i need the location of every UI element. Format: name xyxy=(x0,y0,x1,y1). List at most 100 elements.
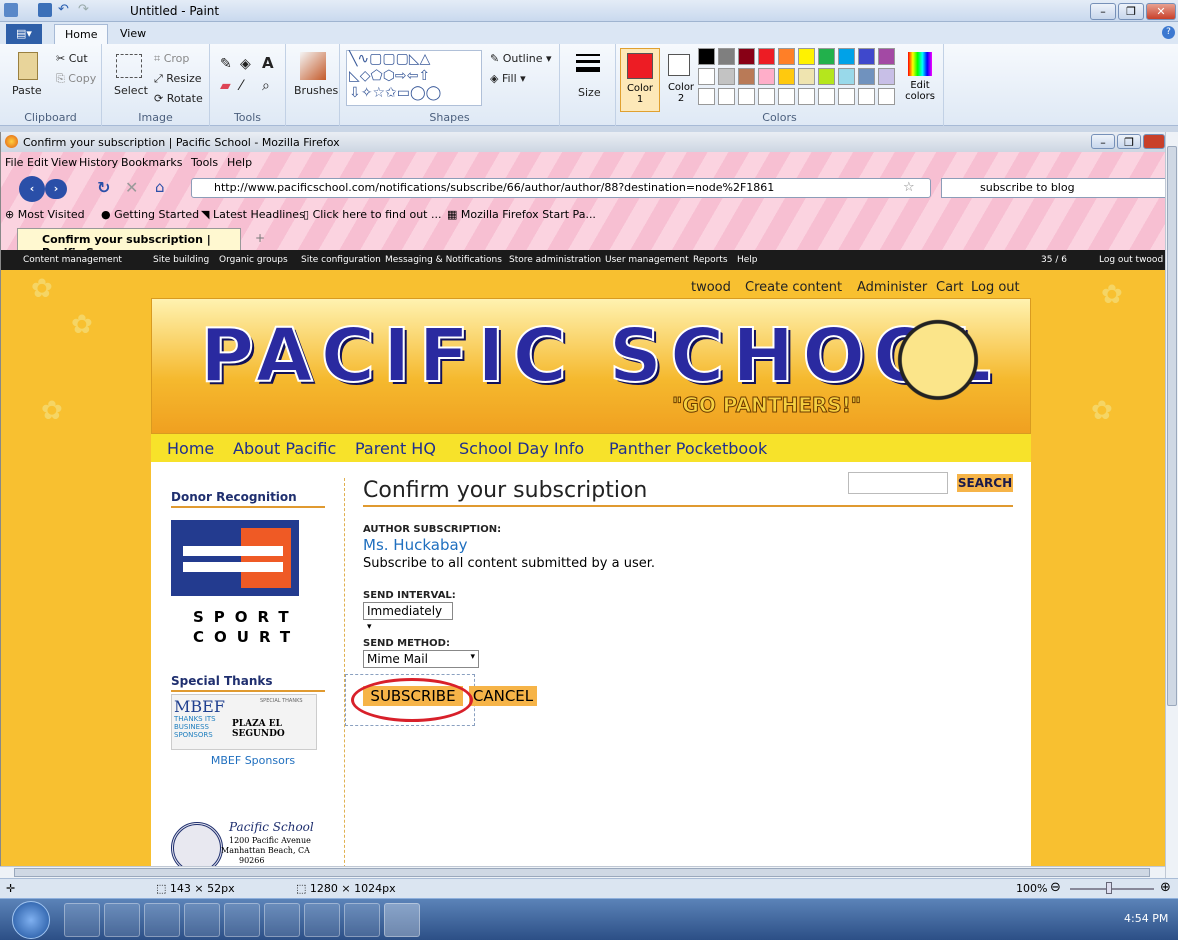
palette-swatch-empty[interactable] xyxy=(838,88,855,105)
nav-home[interactable]: Home xyxy=(167,439,214,458)
color1-button[interactable]: Color 1 xyxy=(620,48,660,112)
user-link-create-content[interactable]: Create content xyxy=(745,280,842,295)
admin-site-configuration[interactable]: Site configuration xyxy=(301,255,381,265)
bookmark-click-here[interactable]: ▯ Click here to find out ... xyxy=(303,208,441,221)
admin-reports[interactable]: Reports xyxy=(693,255,728,265)
admin-organic-groups[interactable]: Organic groups xyxy=(219,255,288,265)
palette-swatch[interactable] xyxy=(858,68,875,85)
home-icon[interactable]: ⌂ xyxy=(155,178,165,196)
undo-icon[interactable]: ↶ xyxy=(58,3,72,17)
rotate-button[interactable]: ⟳ Rotate xyxy=(154,92,203,105)
ff-close-button[interactable] xyxy=(1143,134,1165,149)
zoom-out-icon[interactable]: ⊖ xyxy=(1050,880,1061,895)
admin-content-management[interactable]: Content management xyxy=(23,255,122,265)
zoom-slider-thumb[interactable] xyxy=(1106,882,1112,894)
ff-maximize-button[interactable]: ❐ xyxy=(1117,134,1141,149)
tab-home[interactable]: Home xyxy=(54,24,109,44)
palette-swatch-empty[interactable] xyxy=(878,88,895,105)
palette-swatch[interactable] xyxy=(738,48,755,65)
cut-button[interactable]: ✂ Cut xyxy=(56,52,88,65)
palette-swatch[interactable] xyxy=(698,68,715,85)
start-button[interactable] xyxy=(12,901,50,939)
palette-swatch-empty[interactable] xyxy=(778,88,795,105)
bookmark-firefox-start[interactable]: ▦ Mozilla Firefox Start Pa... xyxy=(447,208,596,221)
zoom-in-icon[interactable]: ⊕ xyxy=(1160,880,1171,895)
outline-button[interactable]: ✎ Outline ▾ xyxy=(490,52,552,65)
new-tab-icon[interactable]: + xyxy=(255,231,265,245)
crop-button[interactable]: ⌗ Crop xyxy=(154,52,189,66)
eraser-icon[interactable]: ▰ xyxy=(220,78,231,94)
cancel-button[interactable]: CANCEL xyxy=(469,686,537,706)
user-link-twood[interactable]: twood xyxy=(691,280,731,295)
magnifier-icon[interactable]: ⌕ xyxy=(262,78,270,94)
admin-messaging[interactable]: Messaging & Notifications xyxy=(385,255,502,265)
search-bar[interactable]: subscribe to blog xyxy=(941,178,1165,198)
back-button[interactable]: ‹ xyxy=(19,176,45,202)
menu-view[interactable]: View xyxy=(51,156,77,169)
palette-swatch[interactable] xyxy=(698,48,715,65)
palette-swatch[interactable] xyxy=(758,68,775,85)
copy-button[interactable]: ⎘ Copy xyxy=(56,72,96,86)
palette-swatch-empty[interactable] xyxy=(858,88,875,105)
palette-swatch[interactable] xyxy=(818,48,835,65)
taskbar-outlook-icon[interactable] xyxy=(184,903,220,937)
nav-school-day-info[interactable]: School Day Info xyxy=(459,439,584,458)
author-link[interactable]: Ms. Huckabay xyxy=(363,536,468,554)
palette-swatch-empty[interactable] xyxy=(818,88,835,105)
paint-app-icon[interactable] xyxy=(4,3,18,17)
taskbar-word-icon[interactable] xyxy=(224,903,260,937)
resize-button[interactable]: ⤢ Resize xyxy=(154,72,202,86)
sponsors-banner[interactable]: MBEF THANKS ITS BUSINESS SPONSORS SPECIA… xyxy=(171,694,317,750)
help-icon[interactable]: ? xyxy=(1162,26,1175,39)
sport-court-logo[interactable] xyxy=(171,520,299,596)
tab-view[interactable]: View xyxy=(110,24,156,44)
palette-swatch-empty[interactable] xyxy=(798,88,815,105)
user-link-administer[interactable]: Administer xyxy=(857,280,927,295)
taskbar-notepad-icon[interactable] xyxy=(344,903,380,937)
color2-button[interactable]: Color 2 xyxy=(664,48,698,112)
pencil-icon[interactable]: ✎ xyxy=(220,56,232,72)
taskbar-explorer-icon[interactable] xyxy=(144,903,180,937)
select-button[interactable]: Select xyxy=(114,84,148,97)
send-method-select[interactable]: Mime Mail ▾ xyxy=(363,650,479,668)
fill-bucket-icon[interactable]: ◈ xyxy=(240,56,251,72)
reload-icon[interactable]: ↻ xyxy=(97,178,110,197)
zoom-slider[interactable] xyxy=(1070,888,1154,890)
h-scrollbar-thumb[interactable] xyxy=(14,868,1150,877)
mbef-sponsors-link[interactable]: MBEF Sponsors xyxy=(183,754,323,767)
brushes-button[interactable]: Brushes xyxy=(294,84,338,97)
user-link-cart[interactable]: Cart xyxy=(936,280,964,295)
palette-swatch[interactable] xyxy=(878,68,895,85)
palette-swatch[interactable] xyxy=(858,48,875,65)
taskbar-firefox-icon[interactable] xyxy=(64,903,100,937)
taskbar-paint-icon[interactable] xyxy=(384,903,420,937)
palette-swatch-empty[interactable] xyxy=(698,88,715,105)
brushes-group[interactable]: Brushes xyxy=(286,44,340,126)
nav-parent-hq[interactable]: Parent HQ xyxy=(355,439,436,458)
maximize-button[interactable]: ❐ xyxy=(1118,3,1144,20)
palette-swatch[interactable] xyxy=(798,68,815,85)
palette-swatch[interactable] xyxy=(878,48,895,65)
size-group[interactable]: Size xyxy=(560,44,616,126)
menu-help[interactable]: Help xyxy=(227,156,252,169)
fill-button[interactable]: ◈ Fill ▾ xyxy=(490,72,526,85)
nav-panther-pocketbook[interactable]: Panther Pocketbook xyxy=(609,439,767,458)
admin-site-building[interactable]: Site building xyxy=(153,255,209,265)
taskbar-excel-icon[interactable] xyxy=(264,903,300,937)
admin-logout[interactable]: Log out twood xyxy=(1099,255,1163,265)
minimize-button[interactable]: – xyxy=(1090,3,1116,20)
admin-help[interactable]: Help xyxy=(737,255,758,265)
size-button[interactable]: Size xyxy=(578,86,601,99)
palette-swatch-empty[interactable] xyxy=(738,88,755,105)
admin-user-management[interactable]: User management xyxy=(605,255,689,265)
stop-icon[interactable]: ✕ xyxy=(125,178,138,197)
palette-swatch[interactable] xyxy=(838,68,855,85)
palette-swatch-empty[interactable] xyxy=(718,88,735,105)
paste-button[interactable]: Paste xyxy=(12,84,42,97)
palette-swatch[interactable] xyxy=(778,68,795,85)
menu-edit[interactable]: Edit xyxy=(27,156,48,169)
palette-swatch[interactable] xyxy=(838,48,855,65)
menu-bookmarks[interactable]: Bookmarks xyxy=(121,156,182,169)
palette-swatch[interactable] xyxy=(818,68,835,85)
palette-swatch[interactable] xyxy=(778,48,795,65)
